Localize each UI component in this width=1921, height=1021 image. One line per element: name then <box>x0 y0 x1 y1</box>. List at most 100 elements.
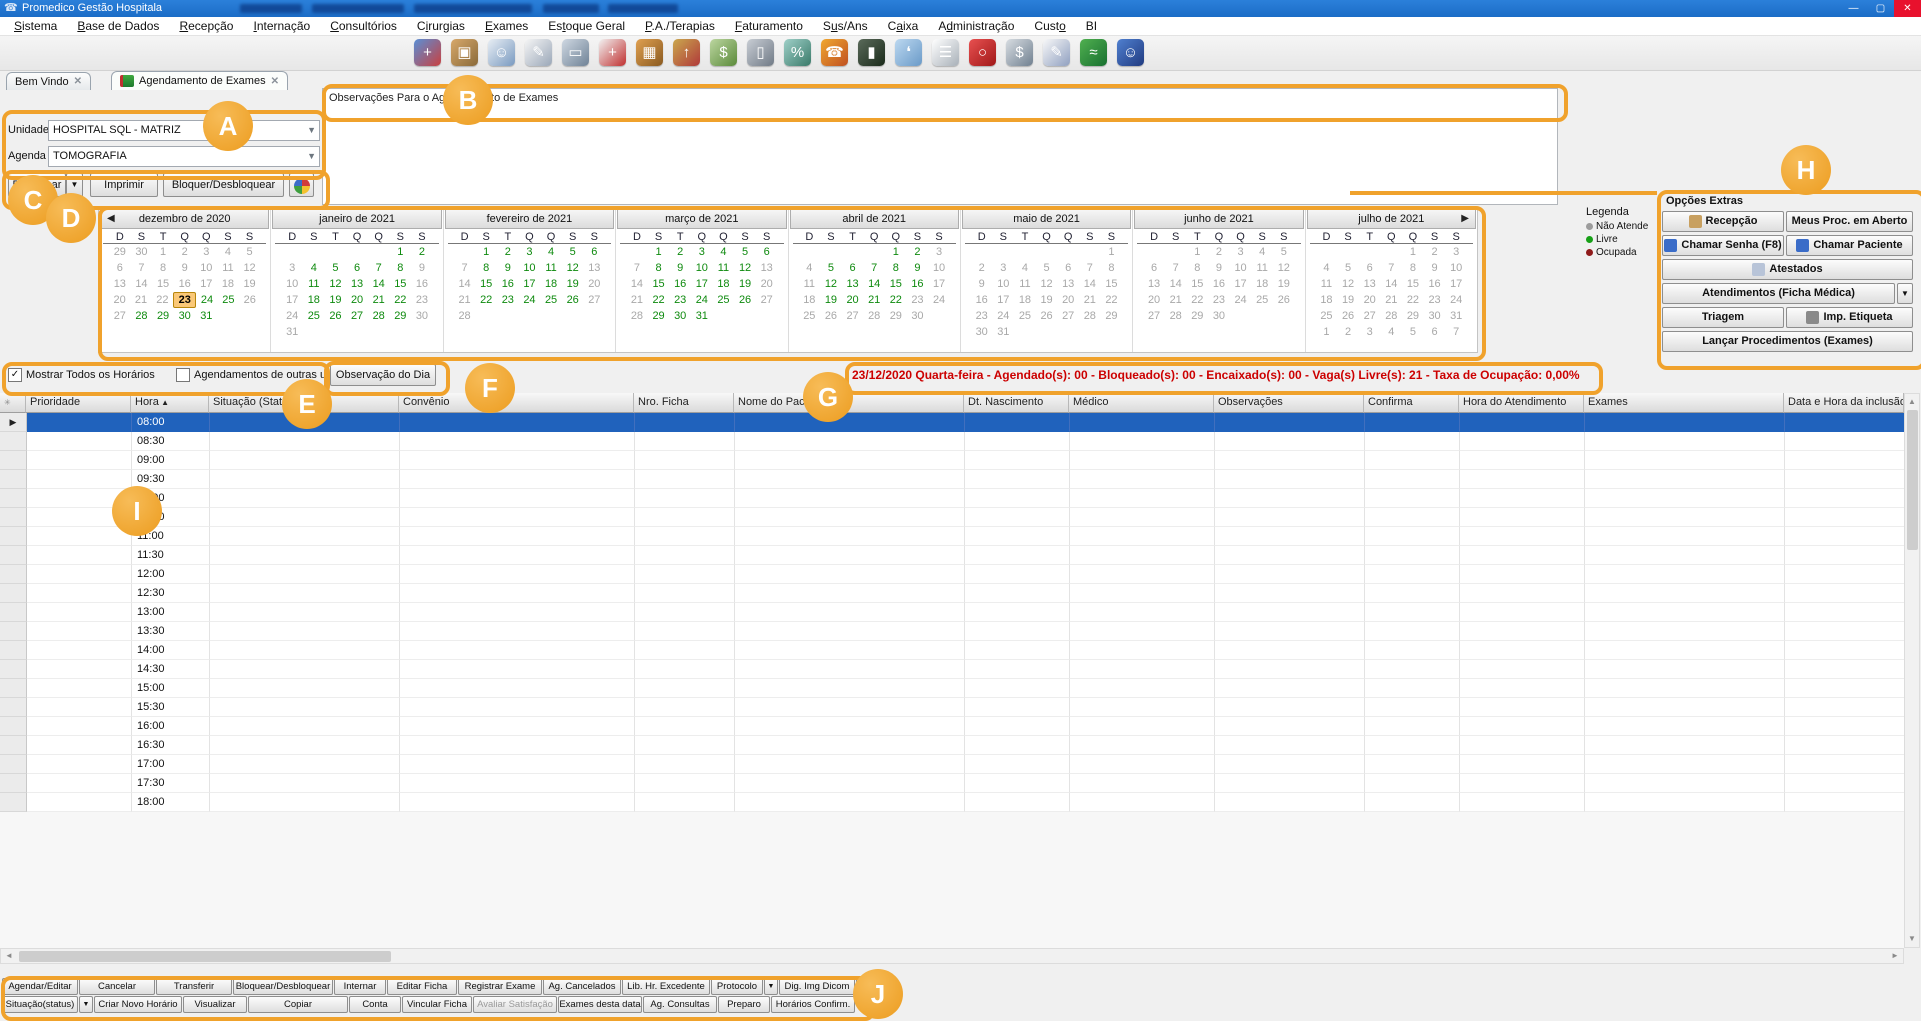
close-button[interactable]: ✕ <box>1894 0 1921 17</box>
table-row[interactable]: 14:00 <box>0 641 1905 660</box>
menu-item-administra-o[interactable]: Administração <box>928 17 1024 36</box>
cell-nro-ficha <box>635 451 735 470</box>
cell-prioridade <box>27 755 132 774</box>
table-row[interactable]: 16:00 <box>0 717 1905 736</box>
cell-nome-do-paciente <box>735 660 965 679</box>
table-row[interactable]: 13:00 <box>0 603 1905 622</box>
column-header-exames[interactable]: Exames <box>1584 393 1784 413</box>
column-header-prioridade[interactable]: Prioridade <box>26 393 131 413</box>
column-header-conv-nio[interactable]: Convênio <box>399 393 634 413</box>
legend-item-n-o-atende: Não Atende <box>1586 221 1654 232</box>
table-row[interactable]: 15:30 <box>0 698 1905 717</box>
scrollbar-thumb[interactable] <box>19 951 391 962</box>
column-header-observa-es[interactable]: Observações <box>1214 393 1364 413</box>
tab-label: Agendamento de Exames <box>139 75 266 87</box>
finance-up-icon[interactable]: ↑ <box>673 39 700 66</box>
chat-icon[interactable]: ❛ <box>895 39 922 66</box>
horizontal-scrollbar[interactable]: ◄ ► <box>0 948 1904 964</box>
menu-item-base-de-dados[interactable]: Base de Dados <box>67 17 169 36</box>
scroll-down-icon[interactable]: ▼ <box>1905 932 1919 946</box>
table-row[interactable]: 12:00 <box>0 565 1905 584</box>
table-row[interactable]: 10:30 <box>0 508 1905 527</box>
column-header-dt-nascimento[interactable]: Dt. Nascimento <box>964 393 1069 413</box>
table-row[interactable]: 12:30 <box>0 584 1905 603</box>
column-header-data-e-hora-da-inclus-o[interactable]: Data e Hora da inclusão <box>1784 393 1904 413</box>
scroll-up-icon[interactable]: ▲ <box>1905 395 1919 409</box>
menu-item-exames[interactable]: Exames <box>475 17 538 36</box>
cell-conv-nio <box>400 451 635 470</box>
column-header-hora[interactable]: Hora ▲ <box>131 393 209 413</box>
column-header-hora-do-atendimento[interactable]: Hora do Atendimento <box>1459 393 1584 413</box>
cell-conv-nio <box>400 527 635 546</box>
scrollbar-thumb[interactable] <box>1907 410 1918 550</box>
cell-observa-es <box>1215 527 1365 546</box>
contract-icon[interactable]: ✎ <box>1043 39 1070 66</box>
menu-item-p-a-terapias[interactable]: P.A./Terapias <box>635 17 725 36</box>
folder-users-icon[interactable]: ▣ <box>451 39 478 66</box>
tab-agendamento-de-exames[interactable]: Agendamento de Exames ✕ <box>111 71 288 90</box>
book-icon[interactable]: ▮ <box>858 39 885 66</box>
cell-conv-nio <box>400 470 635 489</box>
table-row[interactable]: 14:30 <box>0 660 1905 679</box>
phonebook-icon[interactable]: ☎ <box>821 39 848 66</box>
table-row[interactable]: 09:00 <box>0 451 1905 470</box>
table-row[interactable]: 16:30 <box>0 736 1905 755</box>
table-row[interactable]: 11:30 <box>0 546 1905 565</box>
cell-hora: 15:30 <box>132 698 210 717</box>
cell-m-dico <box>1070 508 1215 527</box>
tab-close-icon[interactable]: ✕ <box>74 76 82 87</box>
cell-m-dico <box>1070 546 1215 565</box>
menu-item-recep-o[interactable]: Recepção <box>169 17 243 36</box>
column-header-confirma[interactable]: Confirma <box>1364 393 1459 413</box>
blue-agenda-icon[interactable]: ☺ <box>1117 39 1144 66</box>
minimize-button[interactable]: — <box>1840 0 1867 17</box>
cell-hora-do-atendimento <box>1460 774 1585 793</box>
scroll-left-icon[interactable]: ◄ <box>2 949 16 963</box>
hospital-bed-icon[interactable]: ▭ <box>562 39 589 66</box>
table-row[interactable]: 09:30 <box>0 470 1905 489</box>
medical-record-icon[interactable]: ✎ <box>525 39 552 66</box>
billing-search-icon[interactable]: $ <box>1006 39 1033 66</box>
patient-icon[interactable]: + <box>414 39 441 66</box>
menu-item-caixa[interactable]: Caixa <box>878 17 929 36</box>
table-row[interactable]: 17:30 <box>0 774 1905 793</box>
vertical-scrollbar[interactable]: ▲ ▼ <box>1904 393 1920 948</box>
column-header-nro-ficha[interactable]: Nro. Ficha <box>634 393 734 413</box>
row-indicator-header[interactable]: ✳ <box>0 393 26 413</box>
menu-item-custo[interactable]: Custo <box>1024 17 1075 36</box>
menu-item-sus-ans[interactable]: Sus/Ans <box>813 17 878 36</box>
power-off-icon[interactable]: ○ <box>969 39 996 66</box>
menu-item-bi[interactable]: BI <box>1076 17 1107 36</box>
scroll-right-icon[interactable]: ► <box>1888 949 1902 963</box>
doctor-icon[interactable]: ☺ <box>488 39 515 66</box>
tab-close-icon[interactable]: ✕ <box>271 76 279 87</box>
cell-confirma <box>1365 470 1460 489</box>
menu-item-cirurgias[interactable]: Cirurgias <box>407 17 475 36</box>
column-header-m-dico[interactable]: Médico <box>1069 393 1214 413</box>
menu-item-interna-o[interactable]: Internação <box>243 17 320 36</box>
table-row[interactable]: 15:00 <box>0 679 1905 698</box>
tab-bem-vindo[interactable]: Bem Vindo ✕ <box>6 72 91 90</box>
menu-item-estoque-geral[interactable]: Estoque Geral <box>538 17 635 36</box>
ehr-book-icon[interactable]: ≈ <box>1080 39 1107 66</box>
cell-data-e-hora-da-inclus-o <box>1785 679 1905 698</box>
supplies-basket-icon[interactable]: ▦ <box>636 39 663 66</box>
maximize-button[interactable]: ▢ <box>1867 0 1894 17</box>
menu-item-sistema[interactable]: Sistema <box>4 17 67 36</box>
cash-icon[interactable]: $ <box>710 39 737 66</box>
table-row[interactable]: 17:00 <box>0 755 1905 774</box>
cell-nome-do-paciente <box>735 755 965 774</box>
cabinet-icon[interactable]: ▯ <box>747 39 774 66</box>
table-row[interactable]: 11:00 <box>0 527 1905 546</box>
ambulance-icon[interactable]: + <box>599 39 626 66</box>
chart-dollar-icon[interactable]: % <box>784 39 811 66</box>
cell-observa-es <box>1215 660 1365 679</box>
report-list-icon[interactable]: ☰ <box>932 39 959 66</box>
table-row[interactable]: 10:00 <box>0 489 1905 508</box>
redacted-text <box>543 4 599 13</box>
menu-item-consult-rios[interactable]: Consultórios <box>320 17 407 36</box>
menu-item-faturamento[interactable]: Faturamento <box>725 17 813 36</box>
table-row[interactable]: 13:30 <box>0 622 1905 641</box>
table-row[interactable]: 08:30 <box>0 432 1905 451</box>
table-row[interactable]: 18:00 <box>0 793 1905 812</box>
